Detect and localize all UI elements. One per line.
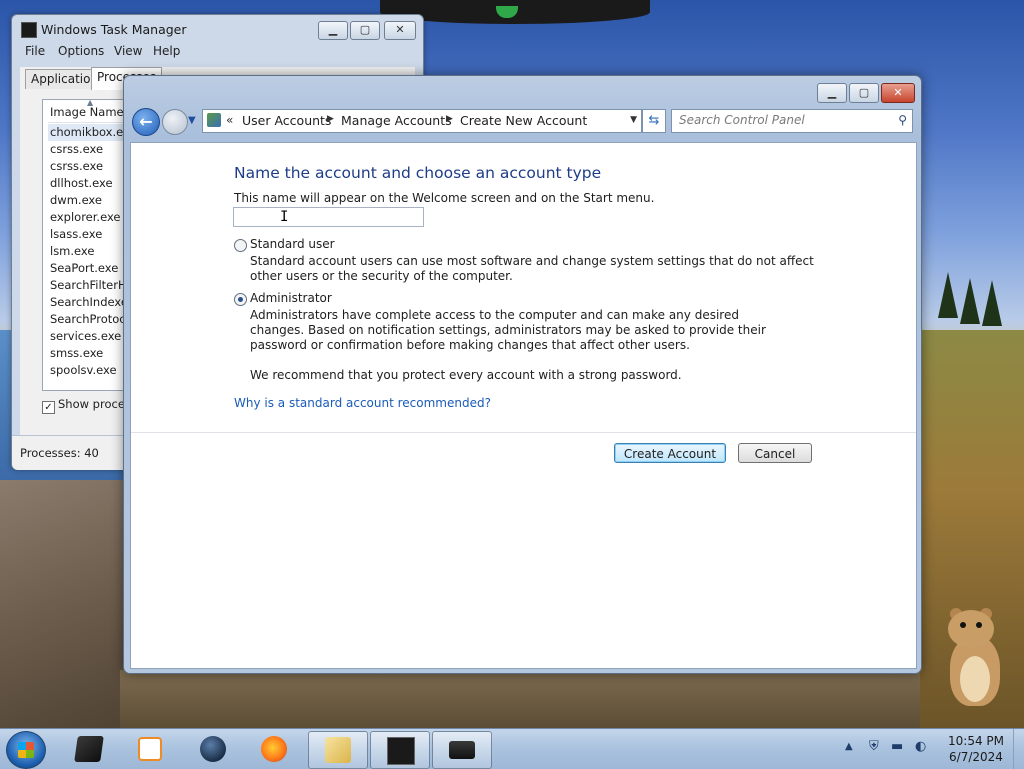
terminal-icon <box>74 736 104 762</box>
taskbar: ▲ ⛨ ▬ ◐ 10:54 PM 6/7/2024 <box>0 728 1024 769</box>
minimize-button[interactable]: ▁ <box>817 83 847 103</box>
taskbar-display[interactable] <box>432 731 492 769</box>
breadcrumb-user-accounts[interactable]: User Accounts <box>242 113 331 128</box>
text-cursor-icon: I <box>280 209 289 225</box>
standard-user-radio[interactable] <box>234 239 247 252</box>
control-panel-icon <box>207 113 221 127</box>
create-account-button[interactable]: Create Account <box>614 443 726 463</box>
breadcrumb-overflow-icon[interactable]: « <box>226 113 233 127</box>
checkbox-checked-icon[interactable]: ✓ <box>42 401 55 414</box>
menu-file[interactable]: File <box>25 44 45 58</box>
breadcrumb-separator-icon[interactable]: ▶ <box>446 114 453 124</box>
taskbar-control-panel[interactable] <box>308 731 368 769</box>
breadcrumb-separator-icon[interactable]: ▶ <box>327 114 334 124</box>
create-account-window[interactable]: ▁ ▢ ✕ ← ▼ « User Accounts ▶ Manage Accou… <box>123 75 922 674</box>
maximize-button[interactable]: ▢ <box>849 83 879 103</box>
administrator-label[interactable]: Administrator <box>250 291 332 305</box>
network-icon[interactable]: ◐ <box>915 739 926 754</box>
forward-button[interactable] <box>162 109 188 135</box>
menu-view[interactable]: View <box>114 44 142 58</box>
administrator-description: Administrators have complete access to t… <box>250 308 766 352</box>
search-input[interactable] <box>672 110 889 130</box>
window-caption-buttons: ▁ ▢ ✕ <box>817 83 915 103</box>
column-header-label: Image Name <box>50 105 124 119</box>
administrator-radio[interactable] <box>234 293 247 306</box>
show-hidden-icons-icon[interactable]: ▲ <box>845 741 853 752</box>
search-icon[interactable]: ⚲ <box>898 113 907 127</box>
why-standard-account-link[interactable]: Why is a standard account recommended? <box>234 396 491 410</box>
search-box[interactable]: ⚲ <box>671 109 913 133</box>
start-button[interactable] <box>6 731 46 769</box>
address-bar[interactable]: « User Accounts ▶ Manage Accounts ▶ Crea… <box>202 109 642 133</box>
show-desktop-button[interactable] <box>1013 729 1024 769</box>
cancel-button[interactable]: Cancel <box>738 443 812 463</box>
back-button[interactable]: ← <box>132 108 160 136</box>
close-button[interactable]: ✕ <box>384 21 416 40</box>
wallpaper-foreground <box>120 670 920 728</box>
standard-user-label[interactable]: Standard user <box>250 237 335 251</box>
maximize-button[interactable]: ▢ <box>350 21 380 40</box>
hamster-mascot-icon[interactable] <box>944 608 1004 706</box>
globe-icon <box>200 736 226 762</box>
task-manager-title: Windows Task Manager <box>41 22 187 37</box>
breadcrumb-create-new-account[interactable]: Create New Account <box>460 113 587 128</box>
media-player-icon <box>138 737 162 761</box>
task-manager-icon <box>21 22 37 38</box>
task-manager-titlebar[interactable]: Windows Task Manager ▁ ▢ ✕ <box>12 15 423 43</box>
taskbar-terminal[interactable] <box>60 731 118 767</box>
clock-date: 6/7/2024 <box>949 750 1003 764</box>
menu-options[interactable]: Options <box>58 44 104 58</box>
taskbar-firefox[interactable] <box>245 731 303 767</box>
minimize-button[interactable]: ▁ <box>318 21 348 40</box>
page-title: Name the account and choose an account t… <box>234 164 602 182</box>
refresh-button[interactable]: ⇆ <box>642 109 666 133</box>
password-recommendation: We recommend that you protect every acco… <box>250 368 682 382</box>
monitor-icon[interactable]: ▬ <box>891 739 903 754</box>
close-button[interactable]: ✕ <box>881 83 915 103</box>
clock-time: 10:54 PM <box>948 734 1004 748</box>
process-count: Processes: 40 <box>20 446 99 460</box>
taskbar-globe[interactable] <box>184 731 242 767</box>
menu-help[interactable]: Help <box>153 44 180 58</box>
display-icon <box>449 741 475 759</box>
account-name-input[interactable] <box>233 207 424 227</box>
firefox-icon <box>261 736 287 762</box>
wallpaper-rocks <box>0 480 130 728</box>
content-pane: Name the account and choose an account t… <box>130 142 917 669</box>
task-manager-menubar: File Options View Help <box>12 43 423 63</box>
wallpaper-tree <box>938 272 958 318</box>
recent-pages-dropdown[interactable]: ▼ <box>188 115 196 126</box>
security-shield-icon[interactable]: ⛨ <box>869 739 879 754</box>
taskbar-task-manager[interactable] <box>370 731 430 769</box>
wallpaper-tree <box>982 280 1002 326</box>
windows-logo-icon <box>18 742 34 758</box>
control-panel-icon <box>325 737 351 763</box>
task-manager-icon <box>387 737 415 765</box>
clock[interactable]: 10:54 PM 6/7/2024 <box>936 733 1016 765</box>
wallpaper-tree <box>960 278 980 324</box>
breadcrumb-manage-accounts[interactable]: Manage Accounts <box>341 113 452 128</box>
name-field-description: This name will appear on the Welcome scr… <box>234 191 655 205</box>
divider <box>131 432 916 433</box>
address-dropdown-icon[interactable]: ▼ <box>630 115 637 125</box>
taskbar-media-player[interactable] <box>120 731 178 767</box>
standard-user-description: Standard account users can use most soft… <box>250 254 814 283</box>
